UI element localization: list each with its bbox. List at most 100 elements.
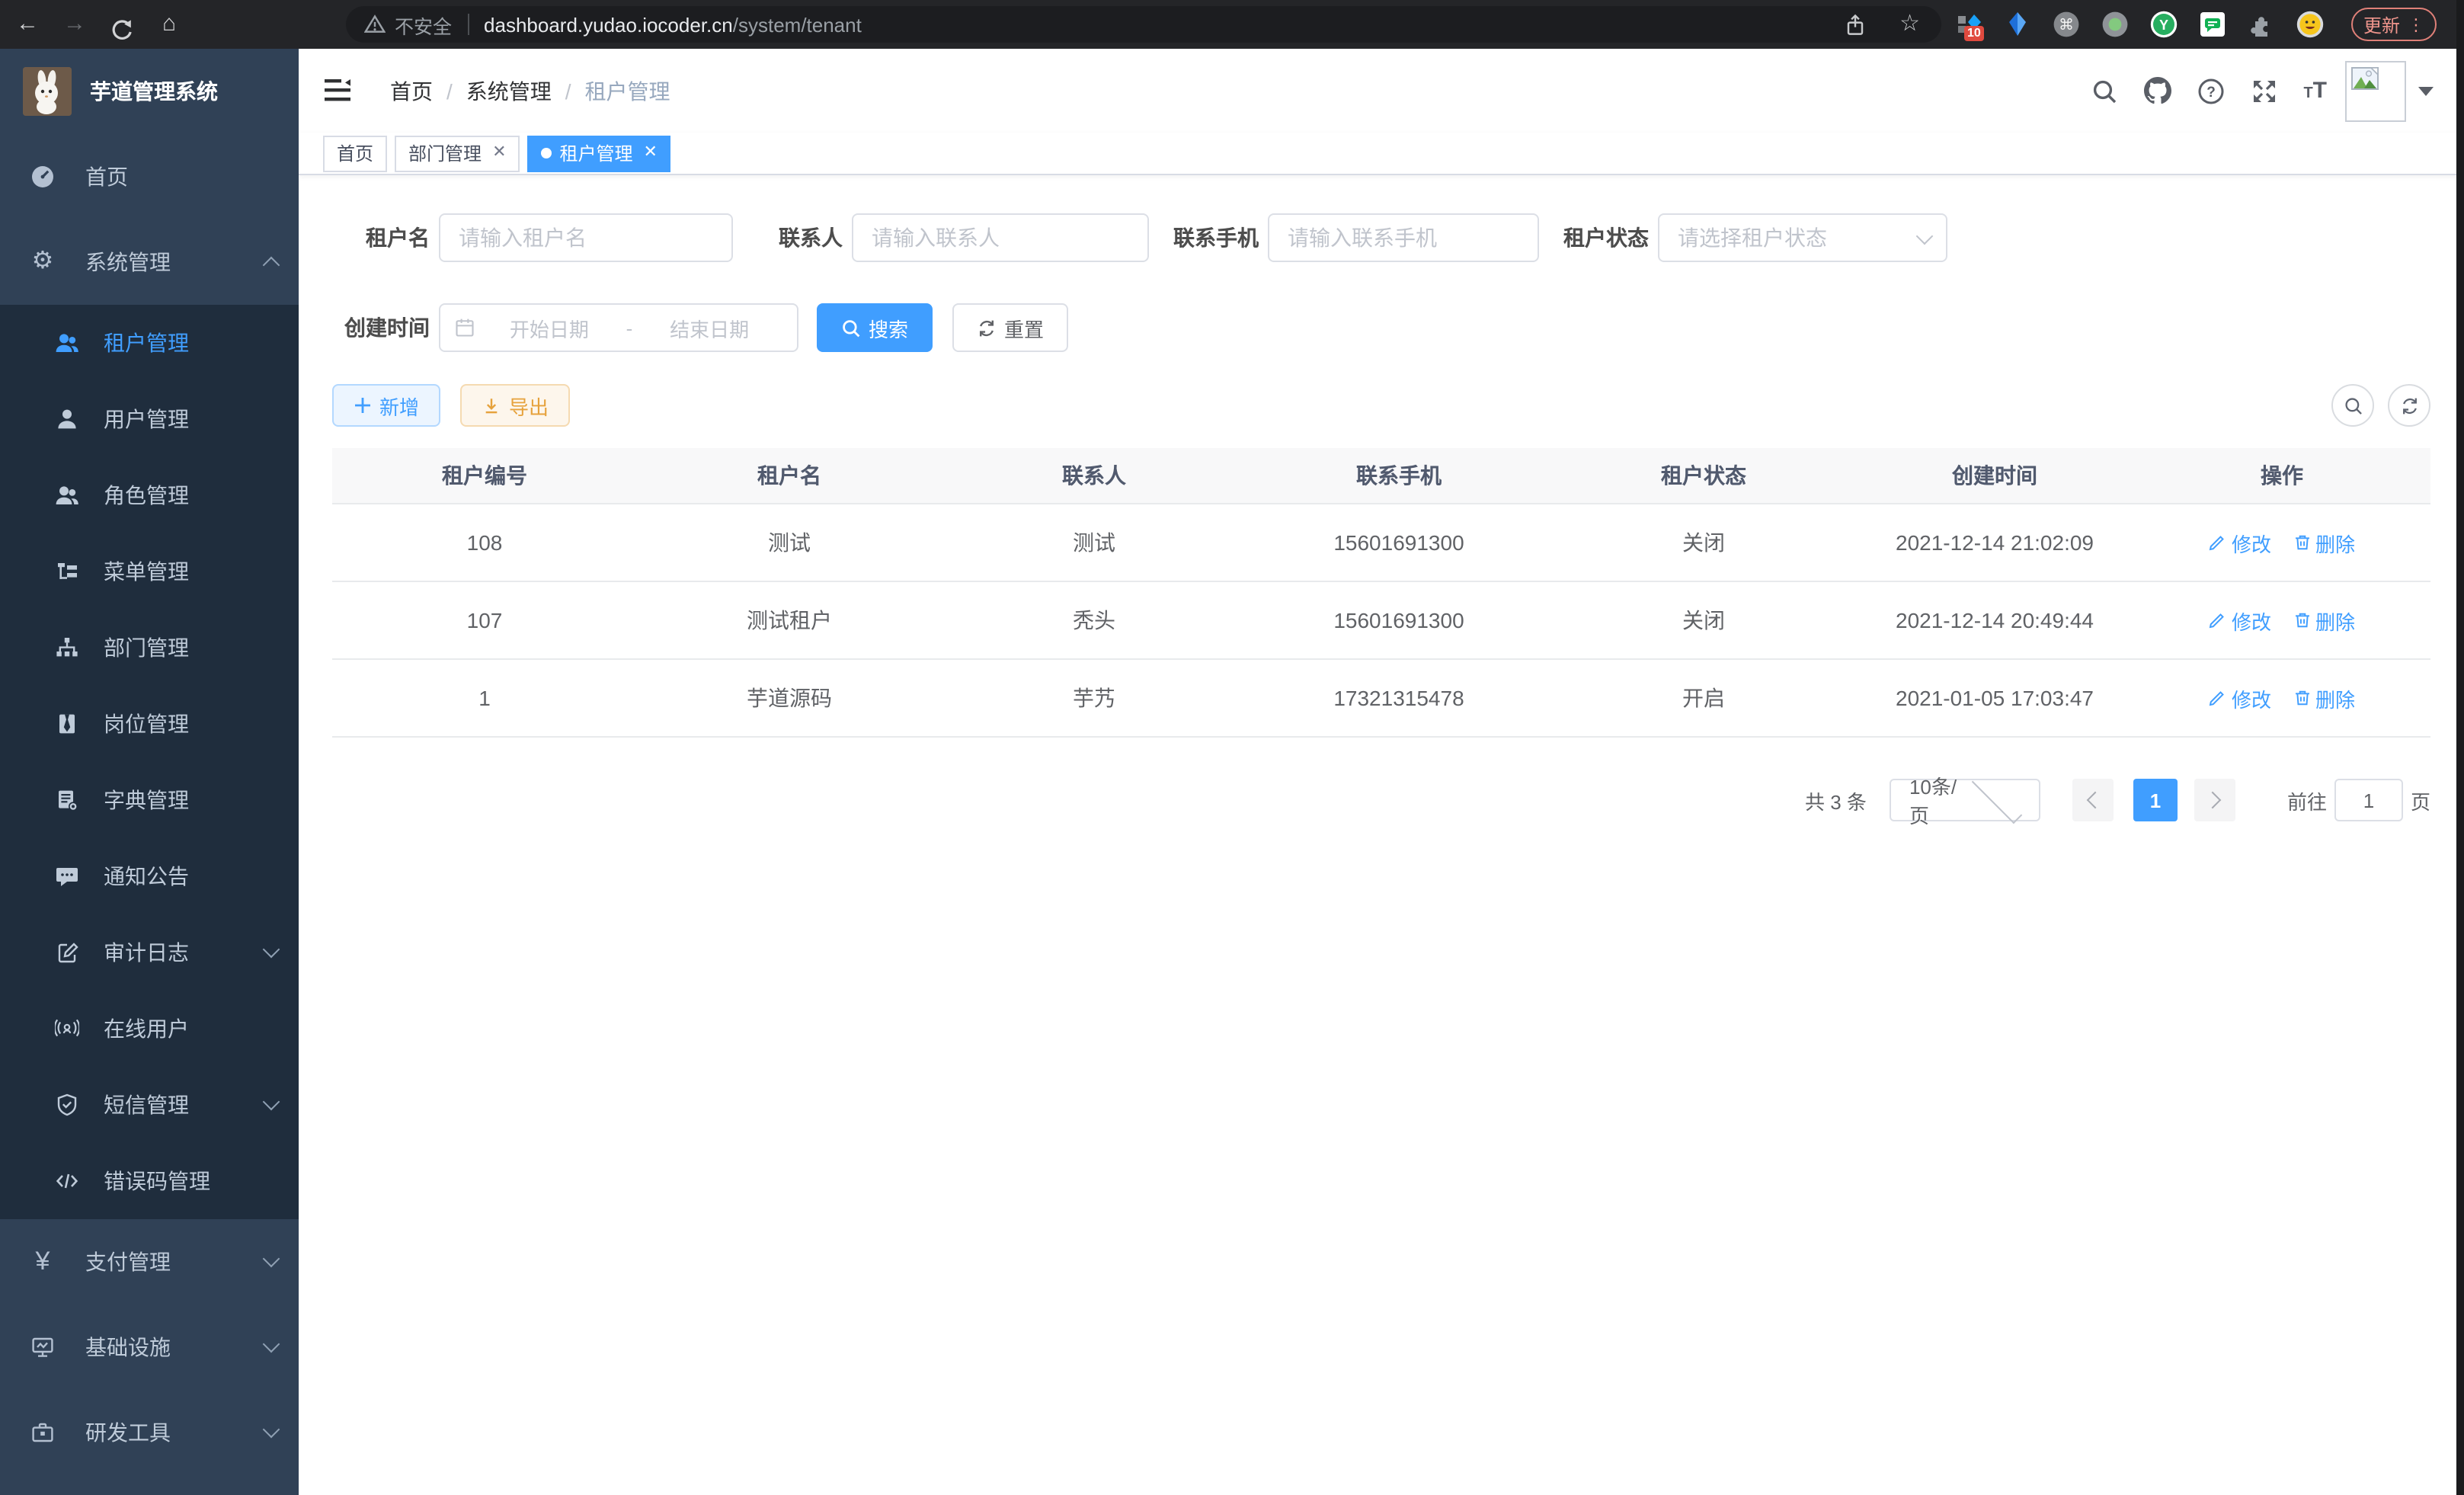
sidebar-item-home[interactable]: 首页 xyxy=(0,134,299,219)
search-button[interactable]: 搜索 xyxy=(817,303,933,352)
close-icon[interactable]: ✕ xyxy=(644,145,658,162)
trash-icon xyxy=(2293,533,2311,552)
contact-input[interactable] xyxy=(852,213,1149,262)
plus-icon xyxy=(354,396,372,415)
browser-menu-dots-icon[interactable]: ⋮ xyxy=(2408,14,2424,34)
announcement-bubble-icon xyxy=(49,864,85,888)
sidebar-item-audit-log[interactable]: 审计日志 xyxy=(0,914,299,991)
gear-icon: ⚙ xyxy=(24,250,61,274)
toggle-search-button[interactable] xyxy=(2331,384,2374,427)
security-label[interactable]: 不安全 xyxy=(395,10,452,39)
extension-y-icon[interactable]: Y xyxy=(2150,11,2178,38)
address-bar[interactable]: 不安全 dashboard.yudao.iocoder.cn/system/te… xyxy=(346,6,1941,43)
extension-grid-icon[interactable]: 10 xyxy=(1955,11,1982,38)
delete-button[interactable]: 删除 xyxy=(2293,683,2355,712)
avatar[interactable] xyxy=(2345,60,2406,121)
delete-button[interactable]: 删除 xyxy=(2293,528,2355,557)
sidebar-item-pay[interactable]: ¥ 支付管理 xyxy=(0,1219,299,1305)
browser-reload-icon[interactable] xyxy=(102,6,142,43)
profile-emoji-icon[interactable] xyxy=(2296,11,2324,38)
sidebar-item-infra[interactable]: 基础设施 xyxy=(0,1305,299,1390)
sidebar-item-devtools[interactable]: 研发工具 xyxy=(0,1390,299,1475)
export-button[interactable]: 导出 xyxy=(460,384,570,427)
sidebar-item-sms[interactable]: 短信管理 xyxy=(0,1067,299,1143)
extension-chat-icon[interactable] xyxy=(2199,11,2226,38)
sidebar-item-system[interactable]: ⚙ 系统管理 xyxy=(0,219,299,305)
search-icon[interactable] xyxy=(2090,77,2117,104)
next-page-button[interactable] xyxy=(2194,779,2235,821)
sidebar-item-dict[interactable]: 字典管理 xyxy=(0,762,299,838)
status-select[interactable]: 请选择租户状态 xyxy=(1658,213,1947,262)
url-path[interactable]: /system/tenant xyxy=(733,13,862,36)
org-chart-icon xyxy=(49,635,85,660)
avatar-dropdown-caret-icon[interactable] xyxy=(2418,86,2434,95)
trash-icon xyxy=(2293,689,2311,707)
sidebar-logo-row[interactable]: 芋道管理系统 xyxy=(0,49,299,134)
page-size-select[interactable]: 10条/页 xyxy=(1890,779,2040,821)
fullscreen-icon[interactable] xyxy=(2250,77,2277,104)
sidebar-item-error-code[interactable]: 错误码管理 xyxy=(0,1143,299,1219)
sidebar-item-user[interactable]: 用户管理 xyxy=(0,381,299,457)
col-status: 租户状态 xyxy=(1551,448,1856,504)
briefcase-icon xyxy=(24,1420,61,1445)
font-size-icon[interactable]: TT xyxy=(2303,78,2327,104)
sidebar-item-dept[interactable]: 部门管理 xyxy=(0,610,299,686)
pagination: 共 3 条 10条/页 1 前往 页 xyxy=(332,779,2430,821)
extensions-puzzle-icon[interactable] xyxy=(2248,11,2275,38)
mobile-input[interactable] xyxy=(1268,213,1539,262)
sidebar-item-online-users[interactable]: 在线用户 xyxy=(0,991,299,1067)
tenant-name-input[interactable] xyxy=(439,213,733,262)
reset-button[interactable]: 重置 xyxy=(952,303,1068,352)
url-host[interactable]: dashboard.yudao.iocoder.cn xyxy=(484,13,733,36)
date-end-placeholder[interactable]: 结束日期 xyxy=(635,313,783,342)
chevron-down-icon xyxy=(1916,227,1934,245)
breadcrumb-home[interactable]: 首页 xyxy=(390,75,433,106)
create-time-range-picker[interactable]: 开始日期 - 结束日期 xyxy=(439,303,798,352)
date-start-placeholder[interactable]: 开始日期 xyxy=(475,313,623,342)
help-icon[interactable]: ? xyxy=(2197,77,2224,104)
search-icon xyxy=(2343,395,2363,415)
search-icon xyxy=(841,318,861,338)
browser-home-icon[interactable]: ⌂ xyxy=(149,0,189,49)
fold-sidebar-icon[interactable] xyxy=(325,79,350,102)
tab-dept[interactable]: 部门管理✕ xyxy=(395,135,520,171)
edit-pencil-icon xyxy=(2209,533,2227,552)
browser-update-button[interactable]: 更新⋮ xyxy=(2351,8,2437,41)
extension-icons: 10 ⌘ Y xyxy=(1955,11,2324,38)
breadcrumb-system[interactable]: 系统管理 xyxy=(466,75,552,106)
prev-page-button[interactable] xyxy=(2072,779,2114,821)
github-icon[interactable] xyxy=(2143,77,2171,104)
sidebar-item-tenant[interactable]: 租户管理 xyxy=(0,305,299,381)
edit-button[interactable]: 修改 xyxy=(2209,528,2271,557)
svg-text:?: ? xyxy=(2206,84,2216,100)
sidebar-item-role[interactable]: 角色管理 xyxy=(0,457,299,533)
create-time-label: 创建时间 xyxy=(332,312,430,343)
tab-home[interactable]: 首页 xyxy=(323,135,387,171)
not-secure-warning-icon xyxy=(364,14,386,35)
sidebar-item-notice[interactable]: 通知公告 xyxy=(0,838,299,914)
browser-forward-icon[interactable]: → xyxy=(55,0,94,49)
close-icon[interactable]: ✕ xyxy=(492,145,506,162)
roles-icon xyxy=(49,483,85,507)
tab-tenant[interactable]: 租户管理✕ xyxy=(528,135,671,171)
current-page-button[interactable]: 1 xyxy=(2133,779,2178,821)
bookmark-star-icon[interactable]: ☆ xyxy=(1899,6,1920,43)
sidebar-item-menu[interactable]: 菜单管理 xyxy=(0,533,299,610)
chevron-down-icon xyxy=(1972,773,2022,823)
online-broadcast-icon xyxy=(49,1016,85,1041)
share-icon[interactable] xyxy=(1843,13,1866,36)
extension-kite-icon[interactable] xyxy=(2004,11,2031,38)
delete-button[interactable]: 删除 xyxy=(2293,606,2355,635)
extension-record-icon[interactable] xyxy=(2101,11,2129,38)
browser-back-icon[interactable]: ← xyxy=(8,0,47,49)
edit-button[interactable]: 修改 xyxy=(2209,683,2271,712)
refresh-table-button[interactable] xyxy=(2388,384,2430,427)
refresh-icon xyxy=(2399,395,2419,415)
sidebar-item-post[interactable]: 岗位管理 xyxy=(0,686,299,762)
goto-page-input[interactable] xyxy=(2334,779,2403,821)
edit-button[interactable]: 修改 xyxy=(2209,606,2271,635)
broken-image-icon xyxy=(2351,66,2379,89)
add-button[interactable]: 新增 xyxy=(332,384,440,427)
breadcrumb: 首页 / 系统管理 / 租户管理 xyxy=(390,75,670,106)
extension-command-icon[interactable]: ⌘ xyxy=(2053,11,2080,38)
